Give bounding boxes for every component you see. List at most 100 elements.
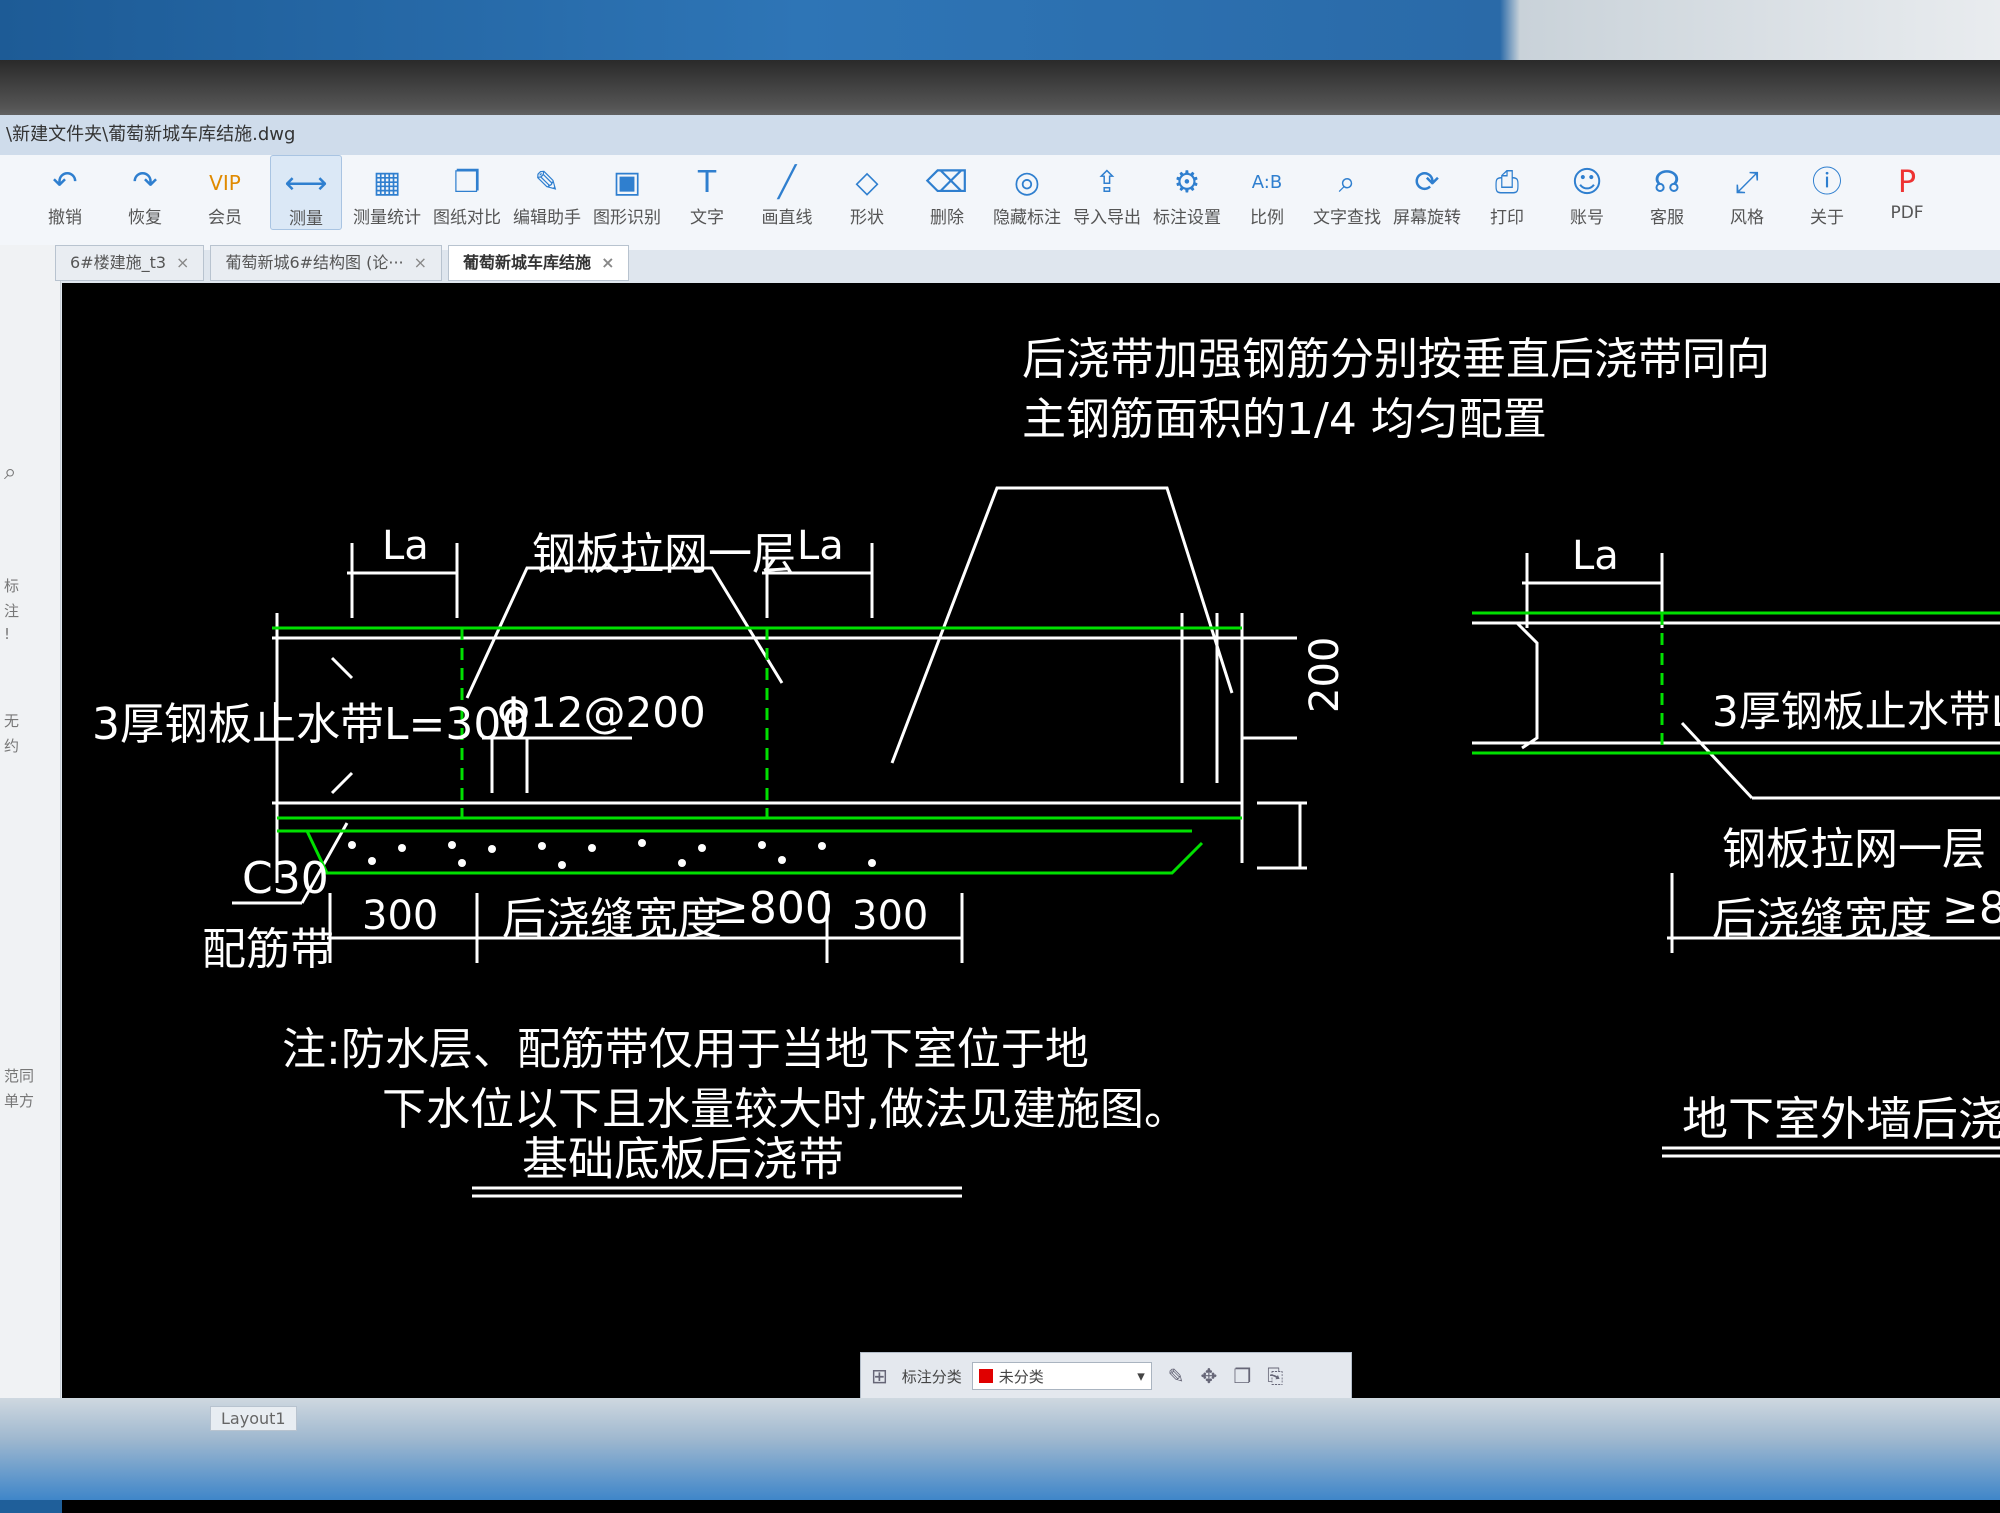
category-color-swatch — [978, 1369, 993, 1383]
toolbar-label: 会员 — [208, 208, 242, 228]
toolbar-label: 图纸对比 — [433, 208, 501, 228]
left-pane-text: 无 — [4, 712, 20, 730]
toolbar-label: 屏幕旋转 — [1393, 208, 1461, 228]
toolbar-label: 隐藏标注 — [993, 208, 1061, 228]
waterstop-label-right: 3厚钢板止水带L=3 — [1712, 687, 2000, 736]
move-icon[interactable]: ✥ — [1201, 1364, 1218, 1388]
redo-icon: ↷ — [132, 165, 158, 200]
import-export-icon: ⇪ — [1094, 165, 1120, 200]
left-pane-text: 约 — [4, 737, 20, 755]
tab-label: 葡萄新城6#结构图 (论··· — [225, 253, 404, 272]
left-pane-text: 单方 — [4, 1092, 35, 1110]
copy-icon[interactable]: ❐ — [1233, 1364, 1251, 1388]
rebar-label: Φ12@200 — [497, 688, 706, 737]
bottom-note-line1: 注:防水层、配筋带仅用于当地下室位于地 — [282, 1024, 1089, 1075]
gap-width-value: ≥800 — [712, 883, 833, 934]
toolbar-label: 编辑助手 — [513, 208, 581, 228]
paste-icon[interactable]: ⎘ — [1267, 1364, 1283, 1388]
toolbar: ↶ 撤销 ↷ 恢复 VIP 会员 ⟷ 测量 ▦ 测量统计 ❐ 图纸对比 ✎ 编辑助手 ▣ 图形识别 T 文字 ╱ 画直… — [0, 155, 2000, 250]
left-pane-text: 注 — [4, 602, 20, 620]
toolbar-label: 删除 — [930, 208, 964, 228]
toolbar-button-annotation-settings[interactable]: ⚙ 标注设置 — [1152, 155, 1222, 228]
left-pane[interactable]: ⌕ 标注! 无约范同 单方 — [0, 245, 61, 1495]
toolbar-button-measure[interactable]: ⟷ 测量 — [270, 155, 342, 230]
shape-icon: ◇ — [855, 165, 879, 200]
window-title: \新建文件夹\葡萄新城车库结施.dwg — [0, 115, 2000, 155]
toolbar-button-undo[interactable]: ↶ 撤销 — [30, 155, 100, 228]
grid-icon[interactable]: ⊞ — [871, 1364, 888, 1388]
title-right: 地下室外墙后浇带 — [1682, 1092, 2000, 1146]
toolbar-button-edit-assistant[interactable]: ✎ 编辑助手 — [512, 155, 582, 228]
cad-canvas[interactable]: 后浇带加强钢筋分别按垂直后浇带同向 主钢筋面积的1/4 均匀配置 La La L… — [62, 283, 2000, 1513]
close-icon[interactable]: × — [414, 253, 427, 272]
mesh-label-right: 钢板拉网一层 — [1722, 824, 1986, 875]
title-left: 基础底板后浇带 — [522, 1132, 844, 1186]
gap-width-label: 后浇缝宽度 — [502, 894, 722, 945]
toolbar-button-shape-recognition[interactable]: ▣ 图形识别 — [592, 155, 662, 228]
band-label: 配筋带 — [202, 924, 334, 975]
toolbar-label: 客服 — [1650, 208, 1684, 228]
document-tab[interactable]: 葡萄新城车库结施 × — [448, 245, 630, 281]
top-note-line1: 后浇带加强钢筋分别按垂直后浇带同向 — [1022, 334, 1770, 385]
document-tabs: 6#楼建施_t3 × 葡萄新城6#结构图 (论··· × 葡萄新城车库结施 × — [55, 245, 635, 281]
toolbar-button-hide-annotation[interactable]: ◎ 隐藏标注 — [992, 155, 1062, 228]
support-icon: ☊ — [1653, 165, 1681, 200]
toolbar-button-shape[interactable]: ◇ 形状 — [832, 155, 902, 228]
scale-icon: A:B — [1251, 172, 1283, 193]
top-note-line2: 主钢筋面积的1/4 均匀配置 — [1022, 394, 1547, 445]
toolbar-label: 文字查找 — [1313, 208, 1381, 228]
compare-icon: ❐ — [453, 165, 481, 200]
toolbar-label: 关于 — [1810, 208, 1844, 228]
hide-annotation-icon: ◎ — [1013, 165, 1041, 200]
toolbar-button-support[interactable]: ☊ 客服 — [1632, 155, 1702, 228]
toolbar-label: 撤销 — [48, 208, 82, 228]
c30-label: C30 — [242, 853, 329, 904]
toolbar-button-measure-stats[interactable]: ▦ 测量统计 — [352, 155, 422, 228]
toolbar-label: 测量 — [289, 209, 323, 229]
rotate-screen-icon: ⟳ — [1414, 165, 1440, 200]
close-icon[interactable]: × — [176, 253, 189, 272]
shape-recognition-icon: ▣ — [612, 165, 642, 200]
document-tab[interactable]: 葡萄新城6#结构图 (论··· × — [210, 245, 443, 281]
edit-icon[interactable]: ✎ — [1168, 1364, 1185, 1388]
toolbar-button-scale[interactable]: A:B 比例 — [1232, 155, 1302, 228]
dim-200-label: 200 — [1302, 636, 1348, 713]
gap-width-value-right: ≥8 — [1942, 883, 2000, 934]
toolbar-button-style[interactable]: ⤢ 风格 — [1712, 155, 1782, 228]
annotation-category-label: 标注分类 — [901, 1367, 962, 1386]
pdf-icon: P — [1897, 165, 1917, 200]
toolbar-button-vip[interactable]: VIP 会员 — [190, 155, 260, 228]
toolbar-button-eraser[interactable]: ⌫ 删除 — [912, 155, 982, 228]
toolbar-label: PDF — [1890, 203, 1924, 223]
la-label-2: La — [797, 523, 844, 569]
document-tab[interactable]: 6#楼建施_t3 × — [55, 245, 205, 281]
toolbar-button-import-export[interactable]: ⇪ 导入导出 — [1072, 155, 1142, 228]
toolbar-button-about[interactable]: ⓘ 关于 — [1792, 155, 1862, 228]
toolbar-label: 图形识别 — [593, 208, 661, 228]
toolbar-button-text-search[interactable]: ⌕ 文字查找 — [1312, 155, 1382, 228]
toolbar-label: 打印 — [1490, 208, 1524, 228]
monitor-screen: \新建文件夹\葡萄新城车库结施.dwg ↶ 撤销 ↷ 恢复 VIP 会员 ⟷ 测量 ▦ 测量统计 ❐… — [0, 115, 2000, 1513]
about-icon: ⓘ — [1812, 165, 1842, 200]
toolbar-button-text[interactable]: T 文字 — [672, 155, 742, 228]
toolbar-button-print[interactable]: ⎙ 打印 — [1472, 155, 1542, 228]
tab-label: 6#楼建施_t3 — [70, 253, 167, 272]
toolbar-button-pdf[interactable]: P PDF — [1872, 155, 1942, 223]
search-icon[interactable]: ⌕ — [4, 460, 16, 485]
toolbar-button-account[interactable]: ☺ 账号 — [1552, 155, 1622, 228]
dim-300-right: 300 — [852, 893, 929, 939]
layout-tab[interactable]: Layout1 — [210, 1406, 297, 1431]
mesh-label-left: 钢板拉网一层 — [532, 529, 796, 580]
chevron-down-icon: ▾ — [1137, 1367, 1145, 1385]
toolbar-button-compare[interactable]: ❐ 图纸对比 — [432, 155, 502, 228]
tab-label: 葡萄新城车库结施 — [463, 253, 592, 272]
close-icon[interactable]: × — [601, 253, 614, 272]
toolbar-button-redo[interactable]: ↷ 恢复 — [110, 155, 180, 228]
eraser-icon: ⌫ — [925, 165, 969, 200]
toolbar-button-line[interactable]: ╱ 画直线 — [752, 155, 822, 228]
gap-width-label-right: 后浇缝宽度 — [1712, 894, 1932, 945]
annotation-category-select[interactable]: 未分类 ▾ — [971, 1362, 1152, 1390]
toolbar-button-rotate-screen[interactable]: ⟳ 屏幕旋转 — [1392, 155, 1462, 228]
text-search-icon: ⌕ — [1338, 165, 1356, 200]
annotation-category-bar: ⊞ 标注分类 未分类 ▾ ✎ ✥ ❐ ⎘ — [860, 1352, 1352, 1400]
